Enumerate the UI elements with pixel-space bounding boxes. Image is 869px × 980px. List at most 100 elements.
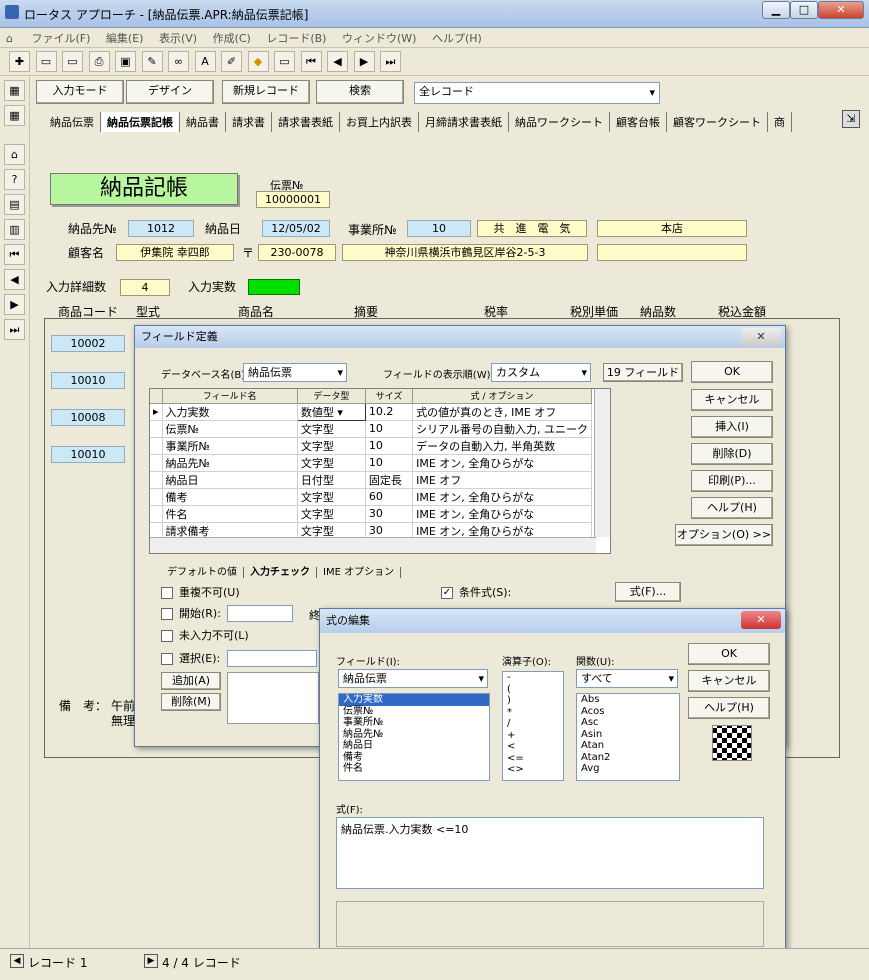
- list-item[interactable]: +: [507, 730, 563, 742]
- formula-help-button[interactable]: ヘルプ(H): [688, 697, 770, 719]
- search-button[interactable]: 検索: [316, 80, 404, 104]
- list-item[interactable]: Acos: [581, 706, 679, 718]
- tab-okaiage[interactable]: お買上内訳表: [340, 112, 419, 132]
- functions-listbox[interactable]: Abs Acos Asc Asin Atan Atan2 Avg: [576, 693, 680, 781]
- tab-shou[interactable]: 商: [768, 112, 792, 132]
- formula-textarea[interactable]: 納品伝票.入力実数 <=10: [336, 817, 764, 889]
- tab-nouhin-worksheet[interactable]: 納品ワークシート: [509, 112, 610, 132]
- menu-file[interactable]: ファイル(F): [26, 28, 97, 46]
- tab-getsujime[interactable]: 月締請求書表紙: [419, 112, 509, 132]
- detail-count-field[interactable]: 4: [120, 279, 170, 296]
- text-icon[interactable]: A: [194, 51, 216, 72]
- table-row[interactable]: 納品先№ 文字型 10 IME オン, 全角ひらがな: [150, 454, 592, 472]
- list-item[interactable]: 納品日: [339, 740, 489, 752]
- field-ok-button[interactable]: OK: [691, 361, 773, 383]
- operators-listbox[interactable]: - ( ) * / + < <= <>: [502, 671, 564, 781]
- branch-field[interactable]: 本店: [597, 220, 747, 237]
- input-mode-button[interactable]: 入力モード: [36, 80, 124, 104]
- style-icon[interactable]: ✐: [221, 51, 242, 72]
- new-file-icon[interactable]: ✚: [9, 51, 30, 72]
- list-item[interactable]: 入力実数: [339, 694, 489, 706]
- help-icon[interactable]: ?: [4, 169, 25, 190]
- maximize-button[interactable]: □: [790, 1, 818, 19]
- check-condition[interactable]: ✓ 条件式(S):: [441, 584, 511, 600]
- office-name-field[interactable]: 共 進 電 気: [477, 220, 587, 237]
- menu-window[interactable]: ウィンドウ(W): [336, 28, 422, 46]
- menu-view[interactable]: 表示(V): [153, 28, 203, 46]
- menu-create[interactable]: 作成(C): [207, 28, 257, 46]
- preview-icon[interactable]: ▣: [115, 51, 136, 72]
- select-input[interactable]: [227, 650, 317, 667]
- postal-field[interactable]: 230-0078: [258, 244, 336, 261]
- address2-field[interactable]: [597, 244, 747, 261]
- tab-ime-options[interactable]: IME オプション: [317, 567, 402, 578]
- date-field[interactable]: 12/05/02: [262, 220, 330, 237]
- field-insert-button[interactable]: 挿入(I): [691, 416, 773, 438]
- checkered-flag-icon[interactable]: [712, 725, 752, 761]
- actual-count-field[interactable]: [248, 279, 300, 295]
- list-item[interactable]: -: [507, 672, 563, 684]
- horizontal-scrollbar[interactable]: [150, 537, 596, 553]
- list-item[interactable]: <=: [507, 753, 563, 765]
- list-item[interactable]: /: [507, 718, 563, 730]
- first-icon[interactable]: ⏮: [4, 244, 25, 265]
- smart-icon[interactable]: ◆: [247, 51, 269, 72]
- order-select[interactable]: カスタム ▾: [491, 363, 591, 382]
- print-icon[interactable]: ⎙: [88, 51, 110, 72]
- tab-seikyusho[interactable]: 請求書: [226, 112, 272, 132]
- db-icon[interactable]: ▦: [4, 80, 25, 101]
- field-delete-button[interactable]: 削除(D): [691, 443, 773, 465]
- tab-seikyusho-hyoushi[interactable]: 請求書表紙: [272, 112, 340, 132]
- home-icon[interactable]: ⌂: [4, 144, 25, 165]
- field-listbox[interactable]: 入力実数 伝票№ 事業所№ 納品先№ 納品日 備考 件名: [338, 693, 490, 781]
- field-help-button[interactable]: ヘルプ(H): [691, 497, 773, 519]
- detail-row-code[interactable]: 10002: [51, 335, 125, 352]
- table-row[interactable]: 事業所№ 文字型 10 データの自動入力, 半角英数: [150, 437, 592, 455]
- record-filter-select[interactable]: 全レコード ▾: [414, 82, 660, 104]
- list-item[interactable]: <: [507, 741, 563, 753]
- detail-row-code[interactable]: 10008: [51, 409, 125, 426]
- record-nav-icon[interactable]: ◀: [10, 954, 24, 968]
- tab-input-check[interactable]: 入力チェック: [244, 567, 317, 578]
- field-cancel-button[interactable]: キャンセル: [691, 389, 773, 411]
- last-record-icon[interactable]: ⏭: [380, 51, 401, 72]
- tab-kokyaku-daichou[interactable]: 顧客台帳: [610, 112, 667, 132]
- list-item[interactable]: (: [507, 684, 563, 696]
- voucher-field[interactable]: 10000001: [256, 191, 330, 208]
- detail-row-code[interactable]: 10010: [51, 372, 125, 389]
- dest-field[interactable]: 1012: [128, 220, 194, 237]
- list-item[interactable]: 納品先№: [339, 729, 489, 741]
- check-unique[interactable]: 重複不可(U): [161, 584, 240, 600]
- tab-nouhin-kichou[interactable]: 納品伝票記帳: [101, 112, 180, 132]
- check-select[interactable]: 選択(E):: [161, 650, 220, 666]
- formula-cancel-button[interactable]: キャンセル: [688, 670, 770, 692]
- list-item[interactable]: 件名: [339, 763, 489, 775]
- list-item[interactable]: 事業所№: [339, 717, 489, 729]
- list-item[interactable]: 備考: [339, 752, 489, 764]
- table-row[interactable]: 備考 文字型 60 IME オン, 全角ひらがな: [150, 488, 592, 506]
- next-icon[interactable]: ▶: [4, 294, 25, 315]
- design-button[interactable]: デザイン: [126, 80, 214, 104]
- record-nav-icon-2[interactable]: ▶: [144, 954, 158, 968]
- add-button[interactable]: 追加(A): [161, 672, 221, 690]
- vertical-scrollbar[interactable]: [594, 389, 610, 537]
- formula-button[interactable]: 式(F)...: [615, 582, 681, 602]
- formula-ok-button[interactable]: OK: [688, 643, 770, 665]
- db2-icon[interactable]: ▦: [4, 105, 25, 126]
- field-source-select[interactable]: 納品伝票 ▾: [338, 669, 488, 688]
- menu-record[interactable]: レコード(B): [260, 28, 332, 46]
- prev-icon[interactable]: ◀: [4, 269, 25, 290]
- cell-type[interactable]: 数値型 ▾: [296, 402, 366, 421]
- minimize-button[interactable]: ▁: [762, 1, 790, 19]
- form-icon[interactable]: ▭: [274, 51, 295, 72]
- field-print-button[interactable]: 印刷(P)...: [691, 470, 773, 492]
- db-name-select[interactable]: 納品伝票 ▾: [243, 363, 347, 382]
- table-row[interactable]: 伝票№ 文字型 10 シリアル番号の自動入力, ユニーク: [150, 420, 592, 438]
- field-options-button[interactable]: オプション(O) >>: [675, 524, 773, 546]
- list-item[interactable]: *: [507, 707, 563, 719]
- list-item[interactable]: ): [507, 695, 563, 707]
- list-item[interactable]: <>: [507, 764, 563, 776]
- table-row[interactable]: 件名 文字型 30 IME オン, 全角ひらがな: [150, 505, 592, 523]
- menu-help[interactable]: ヘルプ(H): [426, 28, 488, 46]
- tab-default-value[interactable]: デフォルトの値: [161, 567, 244, 578]
